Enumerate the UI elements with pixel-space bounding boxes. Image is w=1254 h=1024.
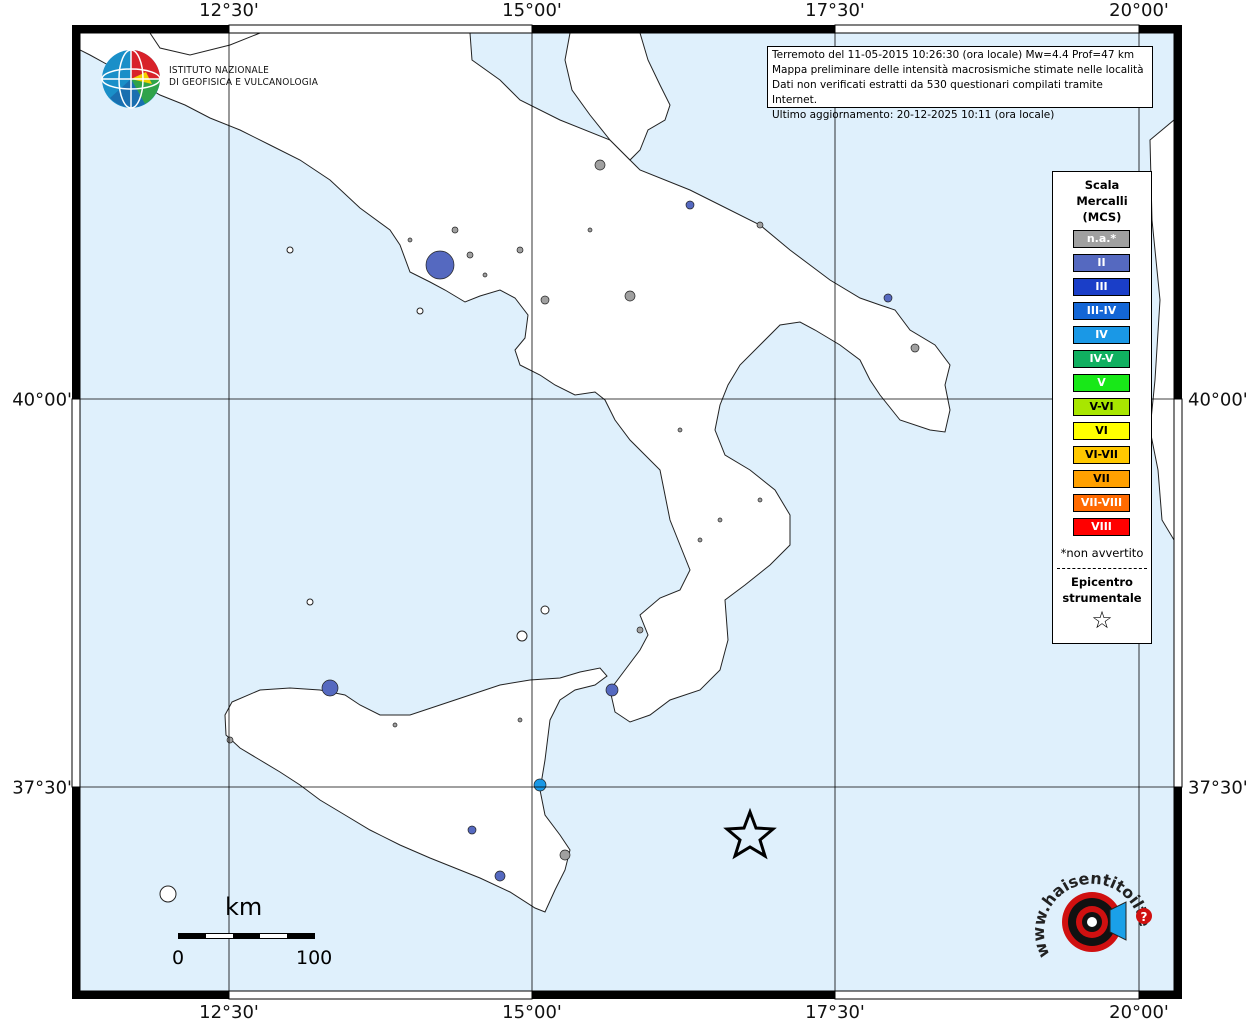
locality-point <box>392 722 398 728</box>
legend-item-vii-viii: VII-VIII <box>1073 494 1130 512</box>
locality-point <box>540 295 550 305</box>
legend-item-n-a-: n.a.* <box>1073 230 1130 248</box>
lon-label-bottom-3: 17°30' <box>805 1002 865 1023</box>
lon-label-top-2: 15°00' <box>502 0 562 21</box>
locality-point <box>516 246 524 254</box>
island <box>306 598 314 606</box>
legend-star-icon: ☆ <box>1091 606 1113 634</box>
event-info-line1: Terremoto del 11-05-2015 10:26:30 (ora l… <box>772 49 1135 61</box>
locality-point <box>226 736 234 744</box>
ingv-line1: ISTITUTO NAZIONALE <box>169 65 269 76</box>
legend-item-vi: VI <box>1073 422 1130 440</box>
legend-note: *non avvertito <box>1060 546 1144 560</box>
legend-item-viii: VIII <box>1073 518 1130 536</box>
island <box>286 246 294 254</box>
scale-bar: km 0 100 <box>170 890 333 970</box>
lon-label-bottom-2: 15°00' <box>502 1002 562 1023</box>
legend-item-vii: VII <box>1073 470 1130 488</box>
lat-label-right-1: 40°00' <box>1188 389 1248 411</box>
legend-title: Scala Mercalli (MCS) <box>1053 172 1151 225</box>
legend-item-iii: III <box>1073 278 1130 296</box>
hsit-logo: www.haisentitoilterremoto.it ? <box>1022 845 1160 980</box>
scale-unit: km <box>225 893 263 921</box>
scale-start: 0 <box>172 947 185 969</box>
lat-label-right-2: 37°30' <box>1188 777 1248 799</box>
mcs-legend: Scala Mercalli (MCS) n.a.* II III III-IV IV I… <box>1052 171 1152 644</box>
locality-point <box>636 626 644 634</box>
locality-point <box>425 250 455 280</box>
lon-label-bottom-4: 20°00' <box>1109 1002 1169 1023</box>
locality-point <box>482 272 488 278</box>
lon-label-top-1: 12°30' <box>199 0 259 21</box>
legend-title-line1: Scala <box>1084 178 1120 192</box>
locality-point <box>466 251 474 259</box>
locality-point <box>321 679 339 697</box>
locality-point <box>677 427 683 433</box>
lon-label-top-3: 17°30' <box>805 0 865 21</box>
locality-point <box>756 221 764 229</box>
legend-item-iii-iv: III-IV <box>1073 302 1130 320</box>
lon-label-bottom-1: 12°30' <box>199 1002 259 1023</box>
legend-item-v-vi: V-VI <box>1073 398 1130 416</box>
event-info-line3: Dati non verificati estratti da 530 ques… <box>772 79 1103 106</box>
legend-item-iv-v: IV-V <box>1073 350 1130 368</box>
locality-point <box>559 849 571 861</box>
locality-point <box>697 537 703 543</box>
lat-label-left-2: 37°30' <box>12 777 72 799</box>
island <box>416 307 424 315</box>
locality-point <box>467 825 477 835</box>
legend-epicenter-line1: Epicentro <box>1071 575 1133 589</box>
locality-point <box>451 226 459 234</box>
legend-item-ii: II <box>1073 254 1130 272</box>
hsit-question: ? <box>1141 910 1148 924</box>
locality-point <box>605 683 619 697</box>
legend-item-v: V <box>1073 374 1130 392</box>
event-info-box: Terremoto del 11-05-2015 10:26:30 (ora l… <box>767 46 1153 121</box>
locality-point <box>517 717 523 723</box>
scale-end: 100 <box>296 947 333 969</box>
island <box>540 605 550 615</box>
legend-title-line3: (MCS) <box>1082 210 1122 224</box>
locality-point <box>757 497 763 503</box>
locality-point <box>533 778 547 792</box>
legend-separator <box>1057 568 1147 569</box>
locality-point <box>594 159 606 171</box>
event-info-line2: Mappa preliminare delle intensità macros… <box>772 64 1144 76</box>
event-info-line4: Ultimo aggiornamento: 20-12-2025 10:11 (… <box>772 109 1055 121</box>
legend-epicenter-line2: strumentale <box>1062 591 1142 605</box>
lon-label-top-4: 20°00' <box>1109 0 1169 21</box>
ingv-line2: DI GEOFISICA E VULCANOLOGIA <box>169 77 319 88</box>
legend-epicenter-label: Epicentro strumentale <box>1053 574 1151 606</box>
locality-point <box>407 237 413 243</box>
locality-point <box>883 293 893 303</box>
legend-items: n.a.* II III III-IV IV IV-V V V-VI VI VI-VII VII VI… <box>1073 230 1130 542</box>
locality-point <box>717 517 723 523</box>
legend-title-line2: Mercalli <box>1076 194 1128 208</box>
locality-point <box>910 343 920 353</box>
legend-item-vi-vii: VI-VII <box>1073 446 1130 464</box>
legend-item-iv: IV <box>1073 326 1130 344</box>
globe-icon <box>101 49 161 109</box>
ingv-logo: ISTITUTO NAZIONALE DI GEOFISICA E VULCAN… <box>100 48 320 110</box>
locality-point <box>624 290 636 302</box>
scale-bar-graphic <box>178 933 315 939</box>
island <box>516 630 528 642</box>
locality-point <box>587 227 593 233</box>
locality-point <box>494 870 506 882</box>
locality-point <box>685 200 695 210</box>
lat-label-left-1: 40°00' <box>12 389 72 411</box>
